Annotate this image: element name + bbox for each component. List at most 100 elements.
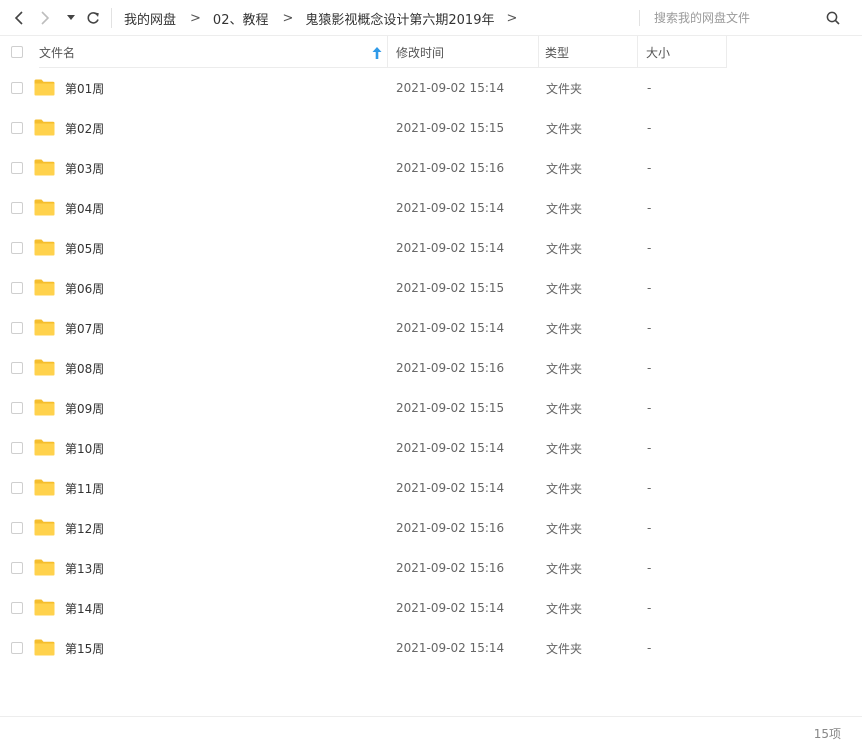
file-checkbox[interactable] [11,122,23,134]
column-header: 文件名 修改时间 类型 大小 [0,36,862,68]
sort-ascending-arrow-icon[interactable] [372,47,382,59]
back-button[interactable] [10,8,28,28]
file-name[interactable]: 第14周 [65,588,104,628]
file-name[interactable]: 第03周 [65,148,104,188]
caret-down-icon [67,15,75,20]
file-row[interactable]: 第10周 2021-09-02 15:14 文件夹 - [0,428,862,468]
column-divider[interactable] [538,36,539,68]
file-name[interactable]: 第07周 [65,308,104,348]
file-checkbox[interactable] [11,602,23,614]
file-row[interactable]: 第07周 2021-09-02 15:14 文件夹 - [0,308,862,348]
column-header-type-label: 类型 [545,45,570,60]
column-divider[interactable] [387,36,388,68]
file-checkbox[interactable] [11,362,23,374]
file-checkbox[interactable] [11,202,23,214]
file-name[interactable]: 第13周 [65,548,104,588]
file-modified-time: 2021-09-02 15:15 [396,121,505,135]
file-checkbox[interactable] [11,522,23,534]
history-dropdown-button[interactable] [64,8,78,28]
file-type: 文件夹 [546,441,583,456]
file-name[interactable]: 第15周 [65,628,104,668]
column-header-type[interactable]: 类型 [545,36,637,68]
file-type: 文件夹 [546,361,583,376]
folder-icon [34,119,55,136]
file-name[interactable]: 第06周 [65,268,104,308]
column-header-name[interactable]: 文件名 [39,36,387,68]
file-checkbox[interactable] [11,562,23,574]
file-row[interactable]: 第02周 2021-09-02 15:15 文件夹 - [0,108,862,148]
file-modified-time: 2021-09-02 15:14 [396,241,505,255]
file-name[interactable]: 第02周 [65,108,104,148]
file-type: 文件夹 [546,161,583,176]
breadcrumb-item-tutorials[interactable]: 02、教程 [213,9,269,28]
file-modified-time: 2021-09-02 15:15 [396,281,505,295]
folder-icon [34,519,55,536]
file-row[interactable]: 第06周 2021-09-02 15:15 文件夹 - [0,268,862,308]
file-row[interactable]: 第04周 2021-09-02 15:14 文件夹 - [0,188,862,228]
breadcrumb-separator[interactable]: > [506,11,517,26]
column-header-size[interactable]: 大小 [646,36,726,68]
column-divider[interactable] [637,36,638,68]
file-row[interactable]: 第12周 2021-09-02 15:16 文件夹 - [0,508,862,548]
column-header-modified[interactable]: 修改时间 [396,36,538,68]
select-all-checkbox[interactable] [11,46,23,58]
file-modified-time: 2021-09-02 15:14 [396,641,505,655]
file-row[interactable]: 第08周 2021-09-02 15:16 文件夹 - [0,348,862,388]
file-checkbox[interactable] [11,82,23,94]
toolbar-divider [111,8,112,28]
refresh-button[interactable] [84,8,102,28]
file-name[interactable]: 第08周 [65,348,104,388]
folder-icon [34,479,55,496]
file-size: - [647,441,652,455]
file-modified-time: 2021-09-02 15:14 [396,601,505,615]
file-name[interactable]: 第09周 [65,388,104,428]
file-row[interactable]: 第11周 2021-09-02 15:14 文件夹 - [0,468,862,508]
file-checkbox[interactable] [11,322,23,334]
file-type: 文件夹 [546,561,583,576]
file-name[interactable]: 第12周 [65,508,104,548]
file-checkbox[interactable] [11,642,23,654]
file-row[interactable]: 第05周 2021-09-02 15:14 文件夹 - [0,228,862,268]
file-size: - [647,161,652,175]
file-name[interactable]: 第11周 [65,468,104,508]
breadcrumb-separator: > [282,10,294,26]
folder-icon [34,439,55,456]
file-row[interactable]: 第09周 2021-09-02 15:15 文件夹 - [0,388,862,428]
file-row[interactable]: 第13周 2021-09-02 15:16 文件夹 - [0,548,862,588]
folder-icon [34,199,55,216]
file-checkbox[interactable] [11,242,23,254]
file-size: - [647,561,652,575]
file-checkbox[interactable] [11,482,23,494]
search-input[interactable] [650,8,823,28]
folder-icon [34,599,55,616]
file-row[interactable]: 第03周 2021-09-02 15:16 文件夹 - [0,148,862,188]
file-checkbox[interactable] [11,282,23,294]
file-row[interactable]: 第15周 2021-09-02 15:14 文件夹 - [0,628,862,668]
file-modified-time: 2021-09-02 15:14 [396,201,505,215]
folder-icon [34,239,55,256]
forward-button[interactable] [36,8,54,28]
file-size: - [647,601,652,615]
search-icon [826,11,840,25]
breadcrumb-item-root[interactable]: 我的网盘 [124,9,176,28]
file-name[interactable]: 第10周 [65,428,104,468]
file-row[interactable]: 第14周 2021-09-02 15:14 文件夹 - [0,588,862,628]
file-name[interactable]: 第05周 [65,228,104,268]
file-size: - [647,521,652,535]
file-name[interactable]: 第04周 [65,188,104,228]
search-button[interactable] [824,9,842,27]
file-checkbox[interactable] [11,162,23,174]
folder-icon [34,319,55,336]
file-size: - [647,321,652,335]
column-divider[interactable] [726,36,727,68]
folder-icon [34,159,55,176]
file-modified-time: 2021-09-02 15:14 [396,481,505,495]
file-type: 文件夹 [546,601,583,616]
file-checkbox[interactable] [11,402,23,414]
file-checkbox[interactable] [11,442,23,454]
file-type: 文件夹 [546,521,583,536]
breadcrumb-item-current[interactable]: 鬼猿影视概念设计第六期2019年 [305,9,494,28]
file-row[interactable]: 第01周 2021-09-02 15:14 文件夹 - [0,68,862,108]
file-size: - [647,361,652,375]
file-name[interactable]: 第01周 [65,68,104,108]
